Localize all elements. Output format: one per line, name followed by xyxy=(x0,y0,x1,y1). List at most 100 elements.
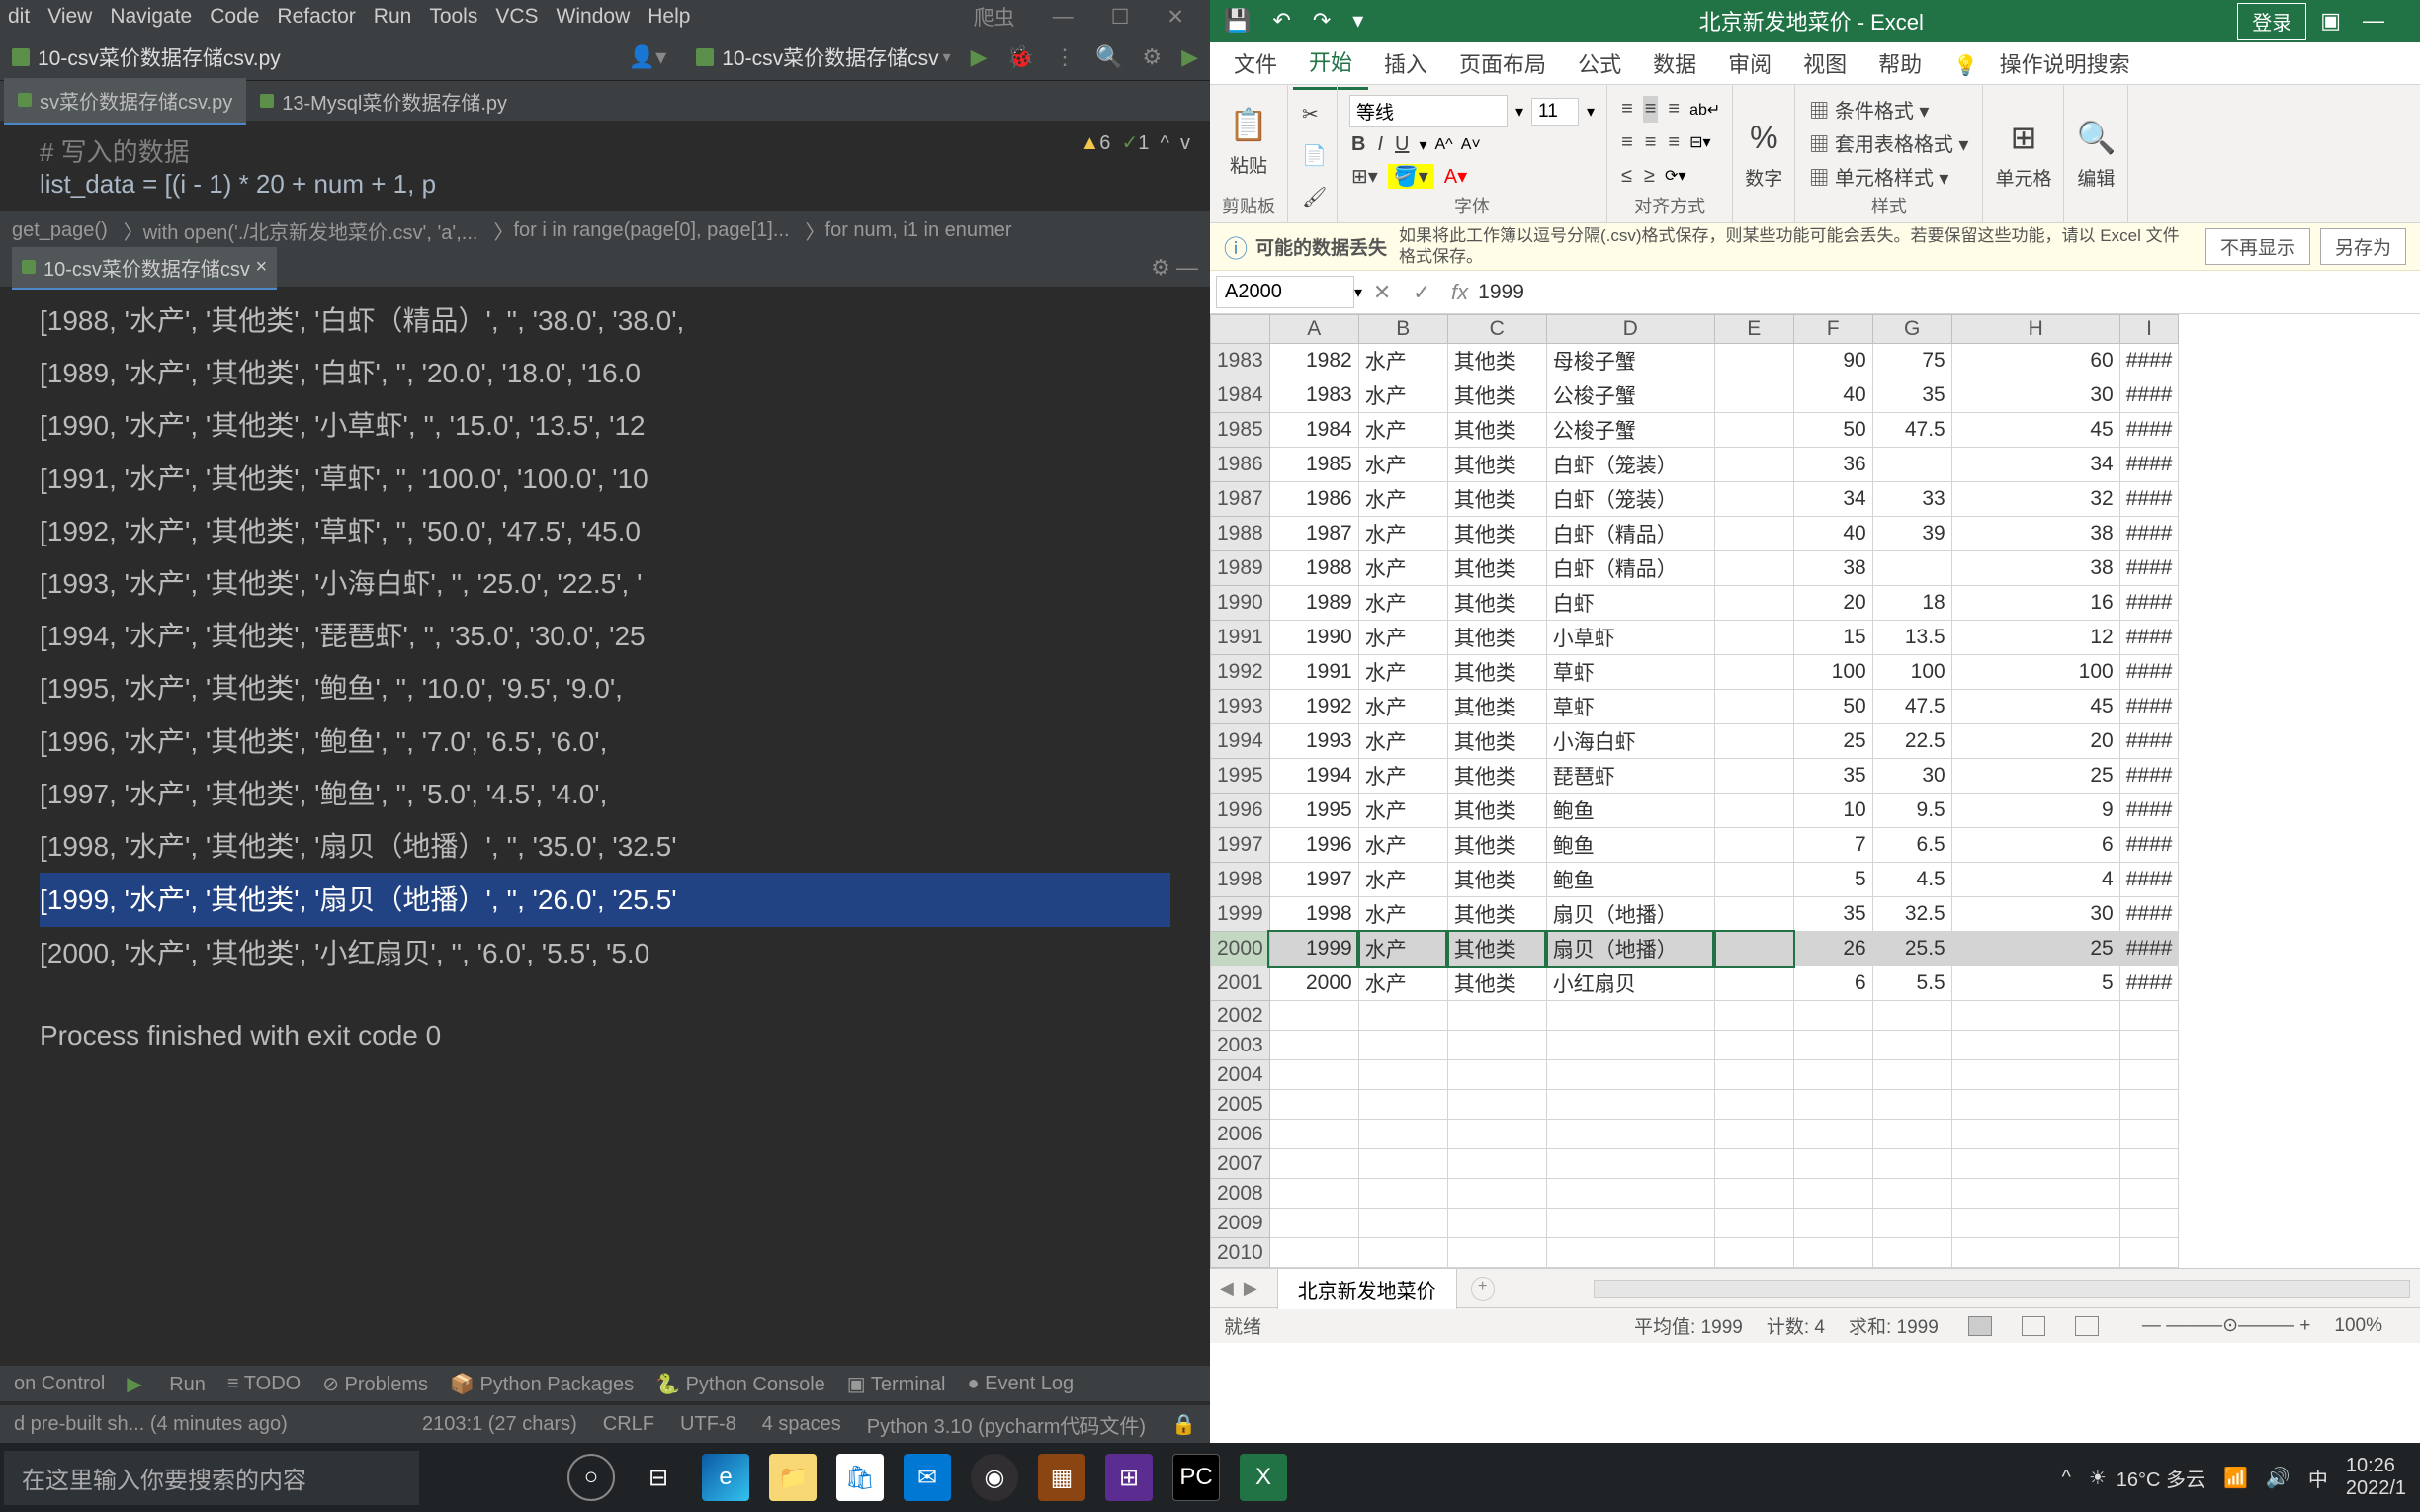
cell[interactable]: 38 xyxy=(1793,551,1872,586)
enter-icon[interactable]: ✓ xyxy=(1402,280,1441,305)
cell[interactable]: 水产 xyxy=(1358,759,1447,794)
cell[interactable]: 30 xyxy=(1951,378,2119,413)
tw-eventlog[interactable]: ● Event Log xyxy=(967,1373,1074,1395)
cell[interactable]: 7 xyxy=(1793,828,1872,863)
cell[interactable] xyxy=(1951,1209,2119,1238)
cell[interactable]: 13.5 xyxy=(1872,621,1951,655)
cell[interactable]: 1992 xyxy=(1269,690,1358,724)
close-icon[interactable]: ✕ xyxy=(1167,5,1184,30)
cell[interactable]: 32 xyxy=(1951,482,2119,517)
cell[interactable]: 32.5 xyxy=(1872,897,1951,932)
cell[interactable]: 100 xyxy=(1951,655,2119,690)
bc-1[interactable]: get_page() xyxy=(12,219,108,242)
minimize-icon[interactable]: — xyxy=(1053,5,1074,29)
app-icon-2[interactable]: ⊞ xyxy=(1105,1454,1153,1501)
cell[interactable]: 1995 xyxy=(1269,794,1358,828)
cell[interactable] xyxy=(1793,1238,1872,1268)
cell[interactable]: 其他类 xyxy=(1447,482,1546,517)
cell[interactable]: 白虾（精品） xyxy=(1546,517,1714,551)
cell[interactable] xyxy=(1872,448,1951,482)
cell[interactable]: 其他类 xyxy=(1447,794,1546,828)
cell[interactable]: #### xyxy=(2119,655,2179,690)
font-shrink-icon[interactable]: A˅ xyxy=(1461,136,1481,154)
cell[interactable]: 母梭子蟹 xyxy=(1546,344,1714,378)
cell[interactable] xyxy=(1269,1090,1358,1120)
cell[interactable]: 5 xyxy=(1951,966,2119,1001)
row-header[interactable]: 1994 xyxy=(1211,724,1270,759)
cond-format-button[interactable]: ▦ 条件格式 ▾ xyxy=(1807,93,1970,126)
cell[interactable]: 47.5 xyxy=(1872,690,1951,724)
italic-button[interactable]: I xyxy=(1375,131,1385,158)
cell[interactable]: 100 xyxy=(1793,655,1872,690)
cell[interactable]: 34 xyxy=(1951,448,2119,482)
cell[interactable] xyxy=(1951,1090,2119,1120)
taskbar-search[interactable]: 在这里输入你要搜索的内容 xyxy=(4,1451,419,1505)
cell[interactable] xyxy=(1793,1120,1872,1149)
cell[interactable]: 鲍鱼 xyxy=(1546,794,1714,828)
cut-icon[interactable]: ✂ xyxy=(1300,100,1325,128)
cell[interactable] xyxy=(1714,1120,1793,1149)
interpreter[interactable]: Python 3.10 (pycharm代码文件) xyxy=(867,1410,1146,1439)
col-header-I[interactable]: I xyxy=(2119,315,2179,344)
cell[interactable]: 水产 xyxy=(1358,932,1447,966)
align-left-icon[interactable]: ≡ xyxy=(1619,129,1635,156)
menu-window[interactable]: Window xyxy=(557,5,631,29)
cell[interactable]: 25.5 xyxy=(1872,932,1951,966)
cell[interactable]: 扇贝（地播） xyxy=(1546,897,1714,932)
row-header[interactable]: 1987 xyxy=(1211,482,1270,517)
tab-insert[interactable]: 插入 xyxy=(1368,38,1443,89)
cell[interactable]: 水产 xyxy=(1358,344,1447,378)
cell[interactable]: 26 xyxy=(1793,932,1872,966)
cell[interactable] xyxy=(1951,1238,2119,1268)
cell[interactable] xyxy=(1872,1031,1951,1060)
cell[interactable]: 水产 xyxy=(1358,794,1447,828)
name-box[interactable]: A2000 xyxy=(1216,276,1354,308)
indent-inc-icon[interactable]: ≥ xyxy=(1642,163,1657,190)
cell[interactable]: #### xyxy=(2119,897,2179,932)
cell[interactable]: #### xyxy=(2119,586,2179,621)
zoom-level[interactable]: 100% xyxy=(2334,1315,2382,1337)
cell[interactable]: 白虾 xyxy=(1546,586,1714,621)
ribbon-mode-icon[interactable]: ▣ xyxy=(2320,8,2341,34)
cell[interactable]: 其他类 xyxy=(1447,551,1546,586)
editor-tab-2[interactable]: 13-Mysql菜价数据存储.py xyxy=(246,79,521,124)
cell[interactable]: 白虾（笼装） xyxy=(1546,482,1714,517)
cell[interactable] xyxy=(1714,863,1793,897)
save-icon[interactable]: 💾 xyxy=(1224,8,1251,34)
cell[interactable]: 其他类 xyxy=(1447,344,1546,378)
tab-review[interactable]: 审阅 xyxy=(1712,38,1787,89)
row-header[interactable]: 2010 xyxy=(1211,1238,1270,1268)
cell[interactable] xyxy=(1358,1090,1447,1120)
cell[interactable]: 22.5 xyxy=(1872,724,1951,759)
cell[interactable]: 25 xyxy=(1951,932,2119,966)
bc-3[interactable]: for i in range(page[0], page[1]... xyxy=(513,219,789,242)
run-icon[interactable]: ▶ xyxy=(971,44,988,70)
cell[interactable] xyxy=(1714,1031,1793,1060)
cell[interactable] xyxy=(1714,621,1793,655)
col-header-D[interactable]: D xyxy=(1546,315,1714,344)
cell[interactable] xyxy=(1714,1209,1793,1238)
app-icon-1[interactable]: ▦ xyxy=(1038,1454,1085,1501)
editor-tab-1[interactable]: sv菜价数据存储csv.py xyxy=(4,78,246,125)
row-header[interactable]: 1998 xyxy=(1211,863,1270,897)
cell[interactable]: 其他类 xyxy=(1447,863,1546,897)
cell[interactable] xyxy=(1714,828,1793,863)
cell[interactable]: 其他类 xyxy=(1447,378,1546,413)
cell[interactable] xyxy=(2119,1179,2179,1209)
cell[interactable]: 水产 xyxy=(1358,966,1447,1001)
merge-icon[interactable]: ⊟▾ xyxy=(1689,132,1710,152)
settings-icon[interactable]: ⚙ xyxy=(1142,44,1162,70)
menu-tools[interactable]: Tools xyxy=(429,5,477,29)
cell[interactable]: 其他类 xyxy=(1447,621,1546,655)
formula-value[interactable]: 1999 xyxy=(1478,281,1524,304)
cell[interactable]: 水产 xyxy=(1358,690,1447,724)
edit-button[interactable]: 🔍编辑 xyxy=(2076,119,2116,193)
cell[interactable] xyxy=(1714,1149,1793,1179)
cell[interactable] xyxy=(1714,517,1793,551)
cell[interactable] xyxy=(1447,1238,1546,1268)
row-header[interactable]: 2001 xyxy=(1211,966,1270,1001)
cell[interactable] xyxy=(1951,1149,2119,1179)
cell[interactable] xyxy=(1714,344,1793,378)
cell[interactable] xyxy=(1793,1149,1872,1179)
cell[interactable]: 1993 xyxy=(1269,724,1358,759)
